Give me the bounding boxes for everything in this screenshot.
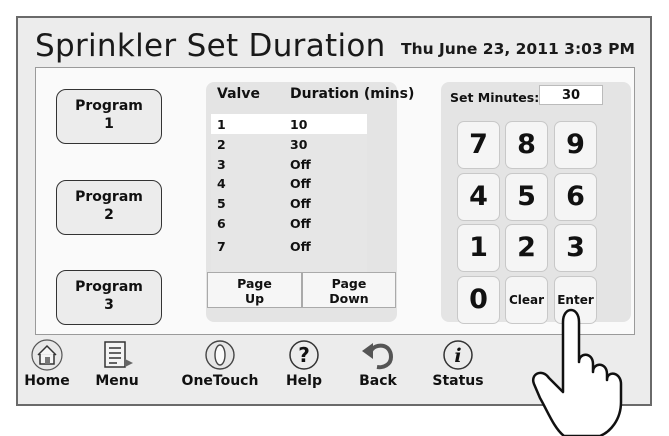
set-minutes-label: Set Minutes: bbox=[450, 90, 540, 105]
menu-icon bbox=[104, 341, 133, 368]
status-icon: i bbox=[443, 340, 473, 370]
program-1-button[interactable]: Program 1 bbox=[56, 89, 162, 144]
toolbar-onetouch[interactable]: OneTouch bbox=[180, 339, 260, 389]
set-minutes-field[interactable]: 30 bbox=[539, 85, 603, 105]
toolbar-home[interactable]: Home bbox=[22, 339, 72, 389]
key-6[interactable]: 6 bbox=[554, 173, 597, 221]
key-7[interactable]: 7 bbox=[457, 121, 500, 169]
help-icon: ? bbox=[289, 340, 319, 370]
table-row[interactable]: 5 Off bbox=[211, 193, 367, 213]
page-up-label: Page bbox=[237, 276, 272, 291]
toolbar-status-label: Status bbox=[432, 373, 484, 389]
valve-duration: Off bbox=[290, 239, 311, 254]
program-3-button[interactable]: Program 3 bbox=[56, 270, 162, 325]
key-9[interactable]: 9 bbox=[554, 121, 597, 169]
onetouch-icon bbox=[205, 340, 235, 370]
valve-duration: Off bbox=[290, 216, 311, 231]
program-2-button[interactable]: Program 2 bbox=[56, 180, 162, 235]
toolbar-back[interactable]: Back bbox=[356, 339, 400, 389]
table-row[interactable]: 1 10 bbox=[211, 114, 367, 134]
program-1-label: Program bbox=[75, 98, 143, 114]
table-row[interactable]: 4 Off bbox=[211, 173, 367, 193]
key-2[interactable]: 2 bbox=[505, 224, 548, 272]
page-title: Sprinkler Set Duration bbox=[35, 28, 386, 64]
valve-number: 5 bbox=[217, 196, 226, 211]
back-icon bbox=[362, 343, 394, 370]
program-2-number: 2 bbox=[104, 207, 114, 223]
toolbar-back-label: Back bbox=[359, 373, 397, 389]
toolbar-help-label: Help bbox=[285, 373, 323, 389]
svg-text:i: i bbox=[454, 345, 461, 367]
valve-number: 3 bbox=[217, 157, 226, 172]
pointing-hand-icon bbox=[531, 308, 623, 436]
key-8[interactable]: 8 bbox=[505, 121, 548, 169]
valve-number: 4 bbox=[217, 176, 226, 191]
key-5[interactable]: 5 bbox=[505, 173, 548, 221]
svg-text:?: ? bbox=[298, 343, 310, 367]
page-up-label-2: Up bbox=[244, 291, 265, 306]
valve-duration: Off bbox=[290, 196, 311, 211]
program-3-number: 3 bbox=[104, 297, 114, 313]
valve-number: 6 bbox=[217, 216, 226, 231]
key-4[interactable]: 4 bbox=[457, 173, 500, 221]
page-down-label-2: Down bbox=[329, 291, 369, 306]
toolbar-menu-label: Menu bbox=[95, 373, 139, 389]
table-row[interactable]: 6 Off bbox=[211, 213, 367, 233]
program-2-label: Program bbox=[75, 189, 143, 205]
valve-duration: 30 bbox=[290, 137, 308, 152]
toolbar-help[interactable]: ? Help bbox=[282, 339, 326, 389]
date-time: Thu June 23, 2011 3:03 PM bbox=[401, 40, 635, 58]
duration-column-header: Duration (mins) bbox=[290, 86, 415, 102]
toolbar-menu[interactable]: Menu bbox=[89, 339, 145, 389]
table-row[interactable]: 3 Off bbox=[211, 154, 367, 174]
page-down-label: Page bbox=[331, 276, 367, 291]
valve-duration: Off bbox=[290, 176, 311, 191]
home-icon bbox=[31, 339, 63, 371]
page-up-button[interactable]: Page Up bbox=[207, 272, 302, 308]
valve-duration: 10 bbox=[290, 117, 308, 132]
table-row[interactable]: 2 30 bbox=[211, 134, 367, 154]
table-row[interactable]: 7 Off bbox=[211, 236, 367, 256]
toolbar-home-label: Home bbox=[24, 373, 70, 389]
valve-number: 7 bbox=[217, 239, 226, 254]
key-0[interactable]: 0 bbox=[457, 276, 500, 324]
program-3-label: Program bbox=[75, 279, 143, 295]
program-1-number: 1 bbox=[104, 116, 114, 132]
toolbar-status[interactable]: i Status bbox=[431, 339, 485, 389]
valve-list[interactable]: 1 10 2 30 3 Off 4 Off 5 Off 6 Off 7 Off bbox=[211, 114, 367, 274]
page-down-button[interactable]: Page Down bbox=[302, 272, 396, 308]
valve-number: 2 bbox=[217, 137, 226, 152]
valve-number: 1 bbox=[217, 117, 226, 132]
toolbar-onetouch-label: OneTouch bbox=[181, 373, 259, 389]
key-1[interactable]: 1 bbox=[457, 224, 500, 272]
valve-duration: Off bbox=[290, 157, 311, 172]
valve-column-header: Valve bbox=[217, 86, 260, 102]
key-3[interactable]: 3 bbox=[554, 224, 597, 272]
